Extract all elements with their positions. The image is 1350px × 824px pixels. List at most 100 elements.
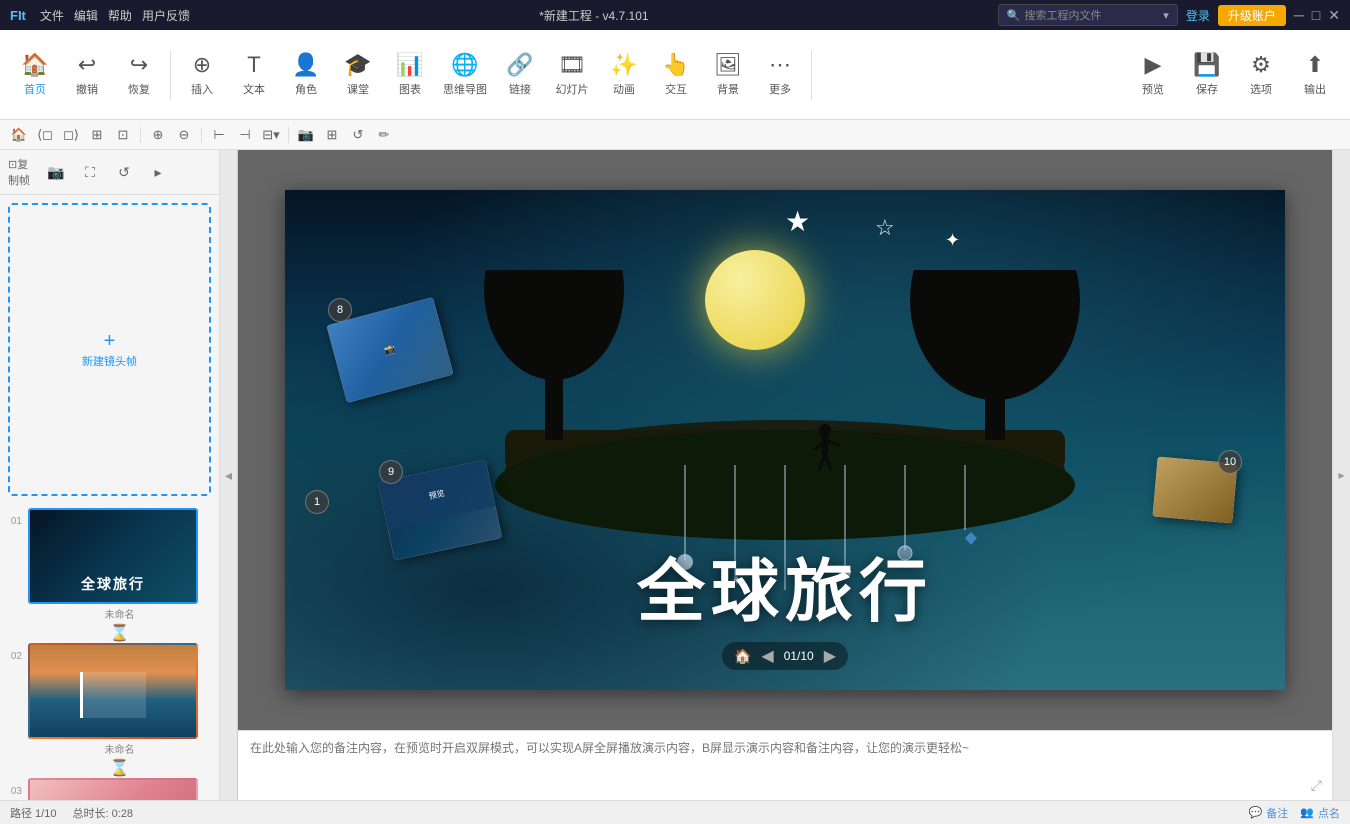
icon-align-right[interactable]: ⊣ [234,124,256,146]
tool-options[interactable]: ⚙ 选项 [1236,40,1286,110]
search-dropdown-icon: ▾ [1163,9,1169,22]
menu-edit[interactable]: 编辑 [74,7,98,24]
tool-save[interactable]: 💾 保存 [1182,40,1232,110]
sep1 [140,127,141,143]
notes-expand-icon[interactable]: ⤢ [1311,777,1322,794]
tool-slide[interactable]: 🎞 幻灯片 [547,40,597,110]
save-icon: 💾 [1193,52,1220,78]
icon-zoom-out[interactable]: ⊖ [173,124,195,146]
text-icon: T [247,52,260,78]
slide-thumb-02[interactable] [28,643,198,739]
title-menu: 文件 编辑 帮助 用户反馈 [40,7,190,24]
icon-home2[interactable]: 🏠 [8,124,30,146]
sep3 [288,127,289,143]
tool-more[interactable]: ⋯ 更多 [755,40,805,110]
statusbar: 路径 1/10 总时长: 0:28 💬 备注 👥 点名 [0,800,1350,824]
comment-button[interactable]: 💬 备注 [1249,805,1289,821]
toolbar-right: ▶ 预览 💾 保存 ⚙ 选项 ⬆ 输出 [1128,40,1340,110]
slide-name-01: 未命名 [28,606,211,621]
tool-home[interactable]: 🏠 首页 [10,40,60,110]
tool-preview[interactable]: ▶ 预览 [1128,40,1178,110]
icon-edit[interactable]: ✏ [373,124,395,146]
app-logo: FIt [10,8,26,23]
icon-zoom-in[interactable]: ⊕ [147,124,169,146]
home-icon: 🏠 [21,52,48,78]
tool-link[interactable]: 🔗 链接 [495,40,545,110]
badge-9: 9 [379,460,403,484]
icon-copy-frame[interactable]: ⊞ [86,124,108,146]
star-2: ☆ [875,215,895,241]
maximize-button[interactable]: □ [1312,7,1320,24]
icon-align-more[interactable]: ⊟▾ [260,124,282,146]
nav-prev-button[interactable]: ◀ [761,646,773,666]
title-right: 🔍 搜索工程内文件 ▾ 登录 升级账户 ─ □ ✕ [998,4,1340,26]
points-button[interactable]: 👥 点名 [1300,805,1340,821]
animation-icon: ✨ [610,52,637,78]
notes-area: ⤢ [238,730,1332,800]
left-panel: ⊡复制帧 📷 ⛶ ↺ ▸ + 新建镜头帧 01 全球旅行 [0,150,220,800]
titlebar: FIt 文件 编辑 帮助 用户反馈 *新建工程 - v4.7.101 🔍 搜索工… [0,0,1350,30]
window-controls: ─ □ ✕ [1294,7,1340,24]
tool-export[interactable]: ⬆ 输出 [1290,40,1340,110]
icon-grid[interactable]: ⊞ [321,124,343,146]
menu-file[interactable]: 文件 [40,7,64,24]
slide-sep-02: ⌛ [28,758,211,778]
more-icon: ⋯ [769,52,791,78]
slide-navigation: 🏠 ◀ 01/10 ▶ [722,642,848,670]
panel-top-controls: ⊡复制帧 📷 ⛶ ↺ ▸ [0,150,219,195]
canvas: ★ ☆ ✦ [238,150,1332,730]
notes-textarea[interactable] [250,731,1320,800]
tool-insert[interactable]: ⊕ 插入 [177,40,227,110]
icon-copy-frame2[interactable]: ⊡ [112,124,134,146]
menu-feedback[interactable]: 用户反馈 [142,7,190,24]
copy-frame-btn[interactable]: ⊡复制帧 [8,158,36,186]
nav-next-button[interactable]: ▶ [824,646,836,666]
panel-arrow-btn[interactable]: ▸ [144,158,172,186]
right-collapse-handle[interactable]: ▸ [1332,150,1350,800]
interact-icon: 👆 [662,52,689,78]
upgrade-button[interactable]: 升级账户 [1218,5,1286,26]
close-button[interactable]: ✕ [1328,7,1340,24]
slide-num-02: 02 [8,651,22,662]
fullscreen-btn[interactable]: ⛶ [76,158,104,186]
tool-character[interactable]: 👤 角色 [281,40,331,110]
sep2 [201,127,202,143]
new-frame-label: 新建镜头帧 [82,353,137,369]
tool-animation[interactable]: ✨ 动画 [599,40,649,110]
camera-capture-btn[interactable]: 📷 [42,158,70,186]
icon-refresh[interactable]: ↺ [347,124,369,146]
tool-chart[interactable]: 📊 图表 [385,40,435,110]
tool-text[interactable]: T 文本 [229,40,279,110]
slide-thumb-03[interactable]: 世界上有很多美丽的国家 [28,778,198,801]
slide-03-container: 世界上有很多美丽的国家 未命名 [28,778,211,801]
new-frame-button[interactable]: + 新建镜头帧 [8,203,211,496]
tool-background[interactable]: 🖼 背景 [703,40,753,110]
star-1: ★ [785,205,810,238]
icon-frame-next[interactable]: ◻⟩ [60,124,82,146]
nav-home-icon[interactable]: 🏠 [734,648,751,665]
tool-redo[interactable]: ↪ 恢复 [114,40,164,110]
slide-02-container: 未命名 [28,643,211,756]
slide-name-02: 未命名 [28,741,211,756]
icon-frame-prev[interactable]: ⟨◻ [34,124,56,146]
tool-mindmap[interactable]: 🌐 思维导图 [437,40,493,110]
icon-align-left[interactable]: ⊢ [208,124,230,146]
comment-icon: 💬 [1249,806,1263,819]
title-left: FIt 文件 编辑 帮助 用户反馈 [10,7,190,24]
tool-interact[interactable]: 👆 交互 [651,40,701,110]
slide-thumb-01[interactable]: 全球旅行 [28,508,198,604]
search-placeholder: 搜索工程内文件 [1025,7,1102,23]
tool-classroom[interactable]: 🎓 课堂 [333,40,383,110]
menu-help[interactable]: 帮助 [108,7,132,24]
icon-camera[interactable]: 📷 [295,124,317,146]
slide-list: 01 全球旅行 未命名 ⌛ 02 [0,504,219,801]
search-box[interactable]: 🔍 搜索工程内文件 ▾ [998,4,1178,26]
minimize-button[interactable]: ─ [1294,7,1304,24]
left-collapse-handle[interactable]: ◂ [220,150,238,800]
login-button[interactable]: 登录 [1186,7,1210,24]
slide-canvas: ★ ☆ ✦ [285,190,1285,690]
mindmap-icon: 🌐 [451,52,478,78]
status-path: 路径 1/10 [10,805,56,821]
refresh-btn[interactable]: ↺ [110,158,138,186]
tool-undo[interactable]: ↩ 撤销 [62,40,112,110]
